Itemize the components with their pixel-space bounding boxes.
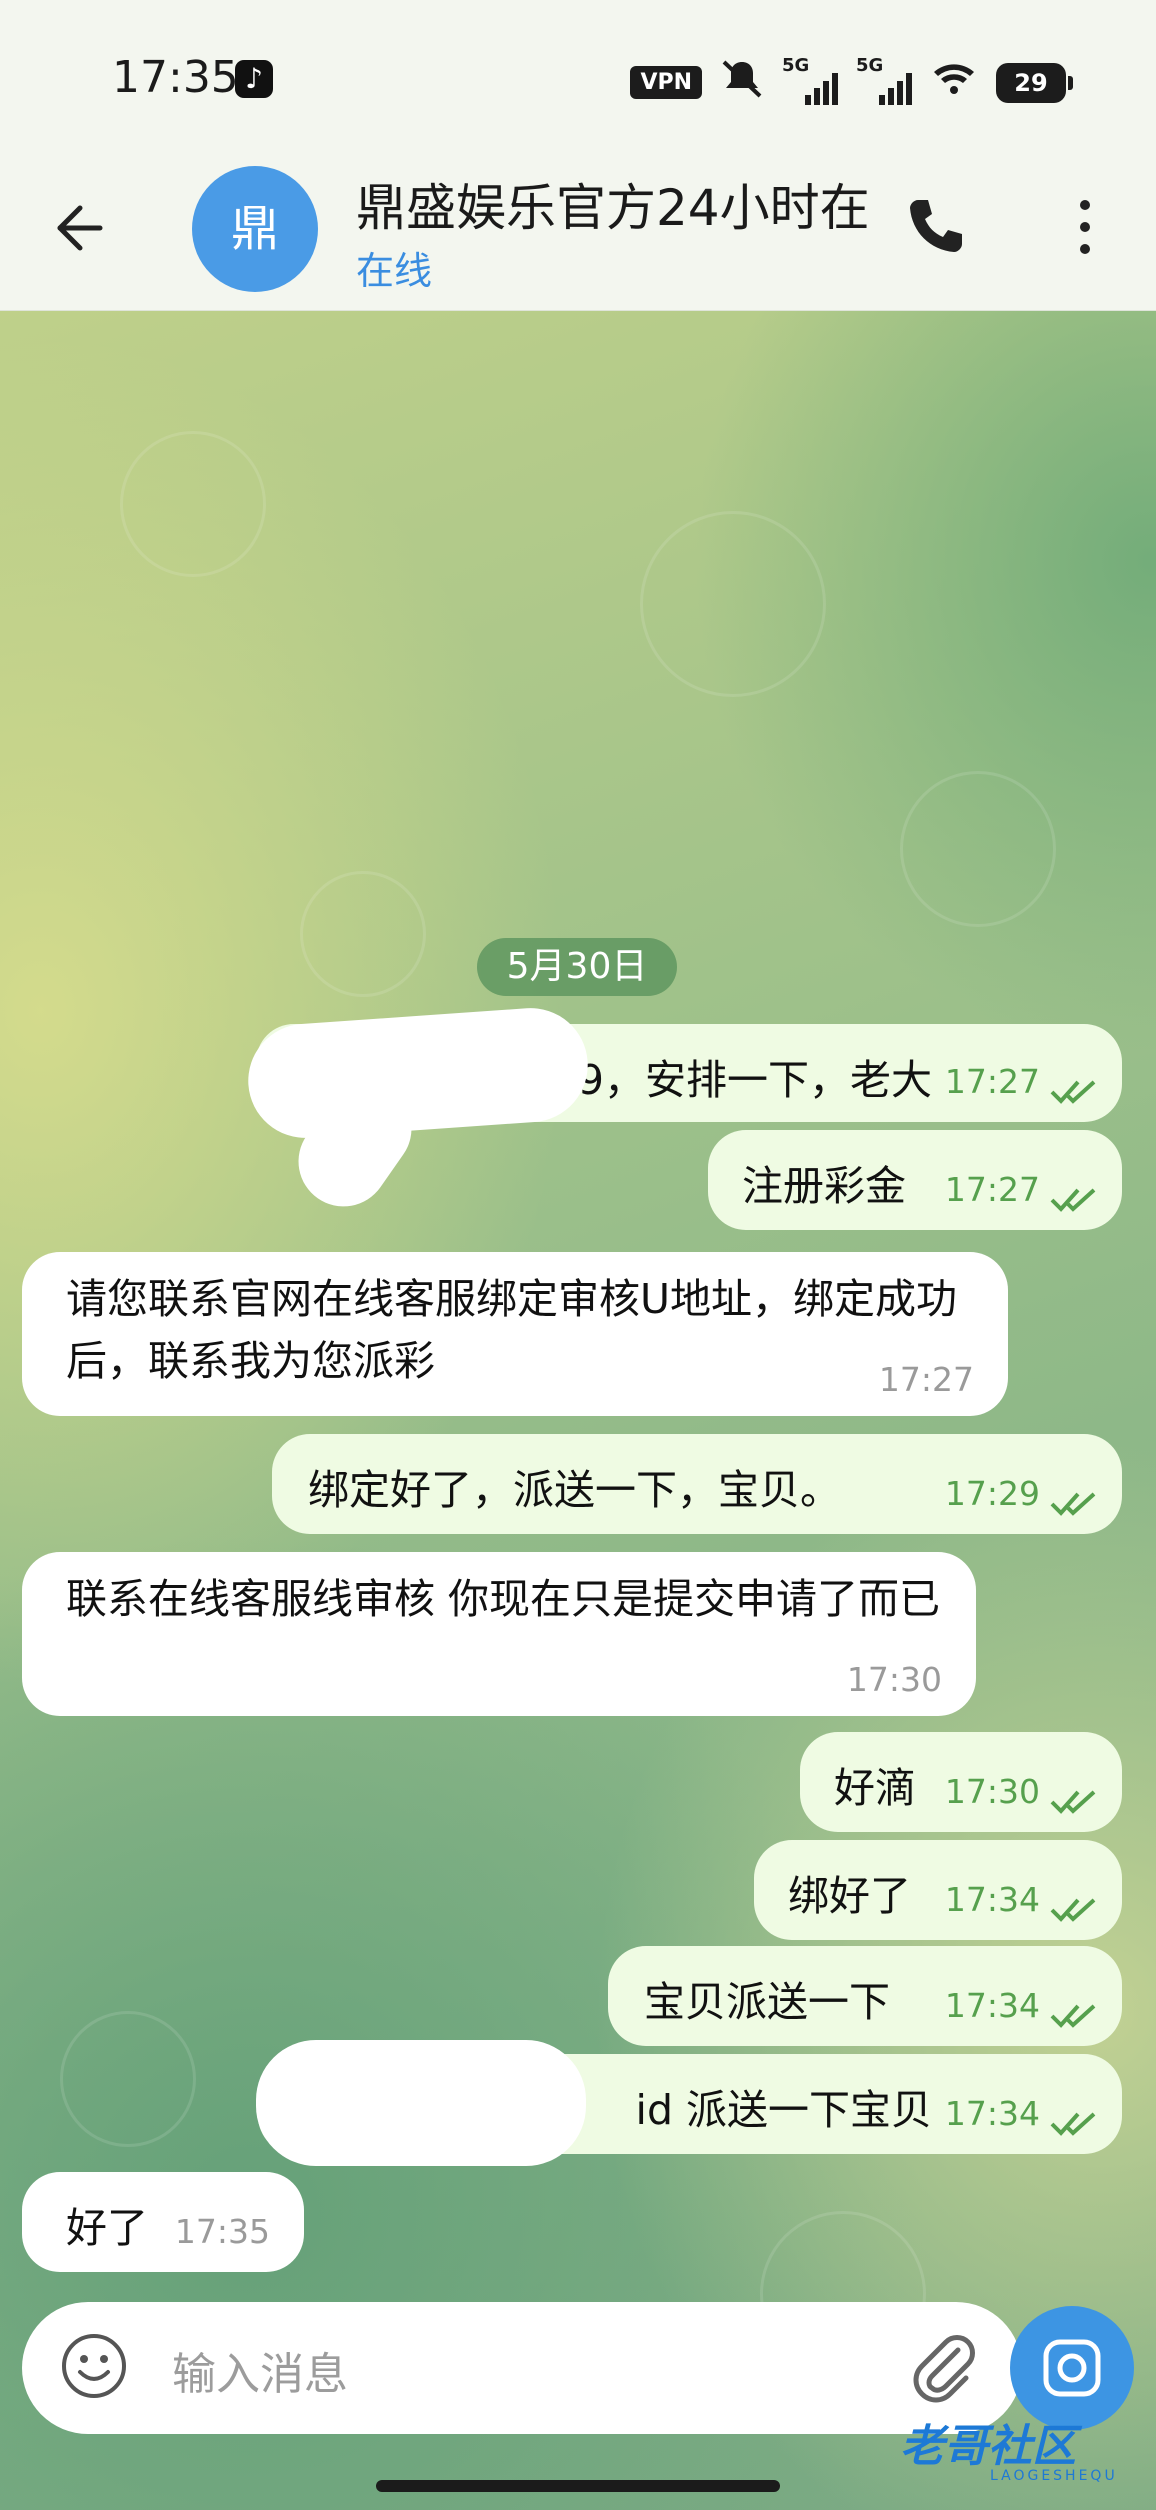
redaction-mark: [244, 1004, 592, 1142]
message-bubble-outgoing[interactable]: 绑好了 17:34: [754, 1840, 1122, 1940]
camera-icon: [1043, 2339, 1101, 2397]
message-time: 17:27: [944, 1170, 1040, 1209]
contact-avatar[interactable]: 鼎: [192, 166, 318, 292]
wallpaper-doodle: [300, 871, 426, 997]
message-bubble-outgoing[interactable]: 绑定好了，派送一下，宝贝。 17:29: [272, 1434, 1122, 1534]
message-text: id 派送一下宝贝: [635, 2086, 932, 2134]
message-time: 17:29: [944, 1474, 1040, 1513]
tiktok-notification-icon: ♪: [235, 60, 273, 98]
message-time: 17:30: [846, 1660, 942, 1699]
status-icons: VPN 5G 5G 29: [630, 55, 1073, 107]
message-text: 宝贝派送一下: [644, 1978, 890, 2026]
back-arrow-icon[interactable]: [50, 200, 106, 266]
message-text: 请您联系官网在线客服绑定审核U地址，绑定成功后，联系我为您派彩: [66, 1275, 958, 1385]
vpn-badge: VPN: [630, 66, 702, 99]
chat-title[interactable]: 鼎盛娱乐官方24小时在: [356, 168, 876, 240]
mute-icon: [720, 58, 764, 107]
message-text: 绑好了: [788, 1872, 911, 1920]
message-bubble-incoming[interactable]: 好了 17:35: [22, 2172, 304, 2272]
message-input-bar[interactable]: 输入消息: [22, 2302, 1022, 2434]
date-separator: 5月30日: [477, 938, 677, 996]
double-check-icon: [1050, 1992, 1102, 2040]
status-bar: 17:35 ♪ VPN 5G 5G 29: [0, 0, 1156, 160]
more-options-icon[interactable]: [1075, 200, 1095, 260]
message-text: 好了: [66, 2204, 148, 2252]
double-check-icon: [1050, 1778, 1102, 1826]
wallpaper-doodle: [900, 771, 1056, 927]
online-status: 在线: [356, 249, 433, 293]
message-bubble-outgoing[interactable]: 注册彩金 17:27: [708, 1130, 1122, 1230]
double-check-icon: [1050, 1068, 1102, 1116]
home-indicator[interactable]: [376, 2480, 780, 2492]
message-text: 注册彩金: [742, 1162, 906, 1210]
status-time: 17:35: [112, 52, 239, 103]
battery-icon: 29: [996, 62, 1073, 103]
message-input[interactable]: 输入消息: [172, 2338, 348, 2402]
phone-call-icon[interactable]: [900, 190, 980, 270]
message-bubble-incoming[interactable]: 请您联系官网在线客服绑定审核U地址，绑定成功后，联系我为您派彩 17:27: [22, 1252, 1008, 1416]
wallpaper-doodle: [60, 2011, 196, 2147]
message-time: 17:30: [944, 1772, 1040, 1811]
message-text: 绑定好了，派送一下，宝贝。: [308, 1466, 841, 1514]
chat-header: 鼎 鼎盛娱乐官方24小时在 在线: [0, 160, 1156, 311]
emoji-icon[interactable]: [60, 2332, 128, 2400]
watermark-logo: 老哥社区: [900, 2421, 1076, 2472]
wifi-icon: [930, 58, 978, 107]
message-bubble-incoming[interactable]: 联系在线客服线审核 你现在只是提交申请了而已 17:30: [22, 1552, 976, 1716]
wallpaper-doodle: [640, 511, 826, 697]
attachment-icon[interactable]: [902, 2326, 986, 2410]
redaction-mark: [256, 2040, 586, 2166]
message-text: 联系在线客服线审核 你现在只是提交申请了而已: [66, 1575, 941, 1623]
message-bubble-outgoing[interactable]: 好滴 17:30: [800, 1732, 1122, 1832]
message-time: 17:27: [944, 1062, 1040, 1101]
wallpaper-doodle: [120, 431, 266, 577]
signal-icon-sim1: 5G: [782, 55, 838, 105]
double-check-icon: [1050, 1176, 1102, 1224]
watermark-subtext: LAOGESHEQU: [990, 2468, 1118, 2484]
double-check-icon: [1050, 1480, 1102, 1528]
message-text: 好滴: [834, 1764, 916, 1812]
message-time: 17:27: [878, 1360, 974, 1399]
double-check-icon: [1050, 2100, 1102, 2148]
message-time: 17:34: [944, 1880, 1040, 1919]
message-bubble-outgoing[interactable]: 宝贝派送一下 17:34: [608, 1946, 1122, 2046]
message-time: 17:34: [944, 2094, 1040, 2133]
signal-icon-sim2: 5G: [856, 55, 912, 105]
message-text: 69，安排一下，老大: [551, 1056, 932, 1104]
double-check-icon: [1050, 1886, 1102, 1934]
message-time: 17:34: [944, 1986, 1040, 2025]
message-time: 17:35: [174, 2212, 270, 2251]
